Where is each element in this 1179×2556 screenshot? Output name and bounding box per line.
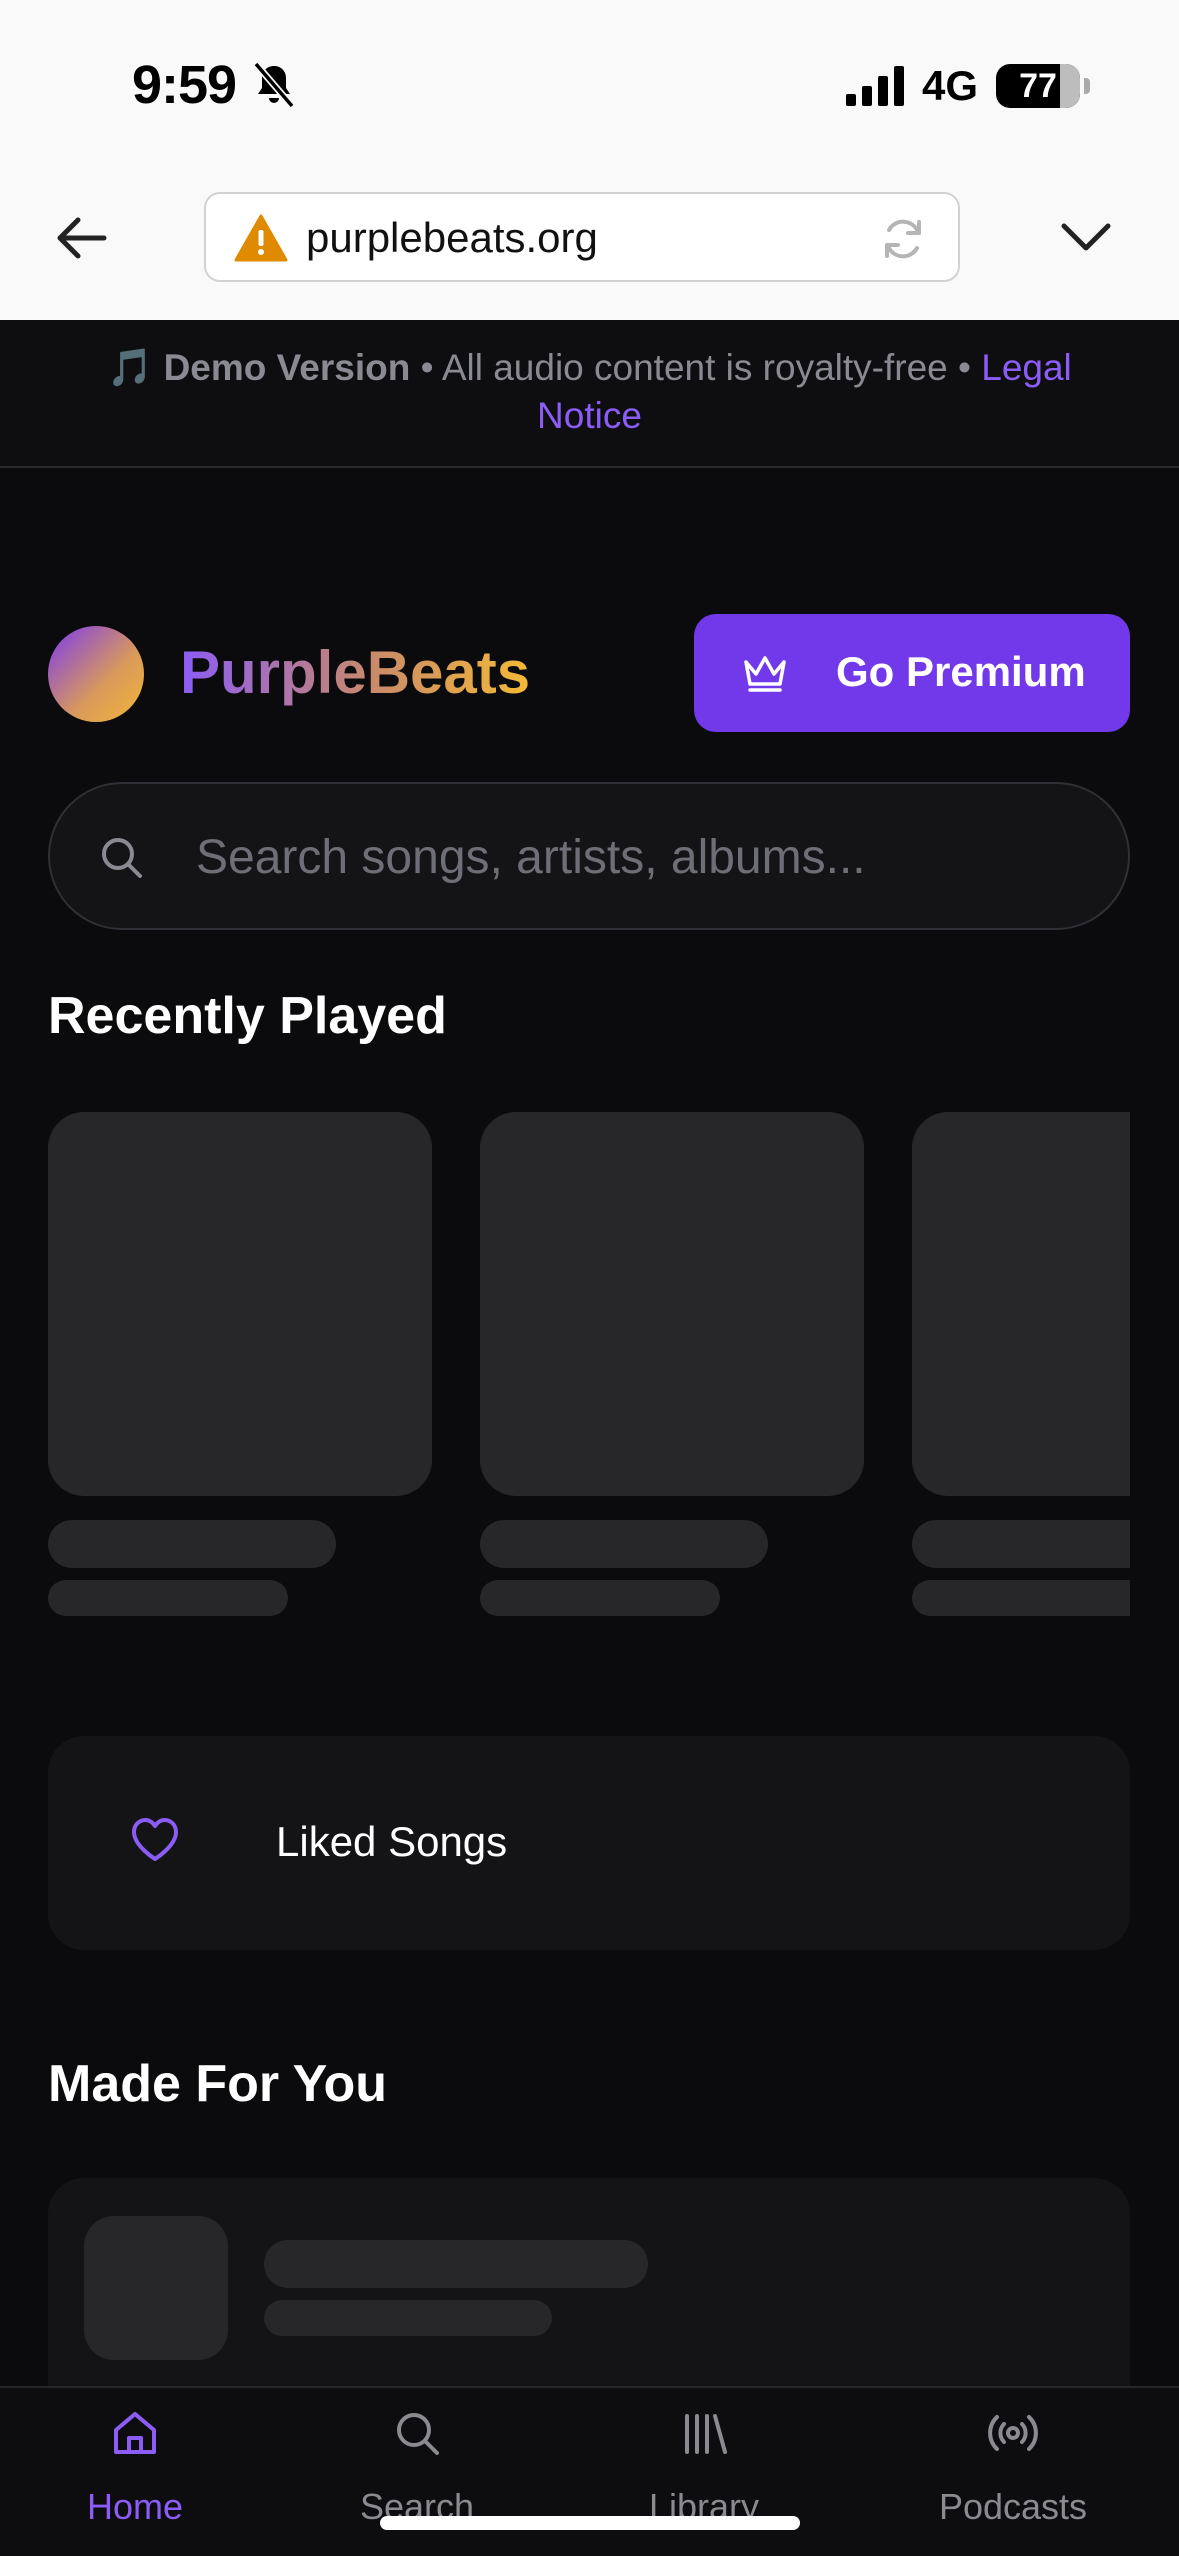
reload-icon[interactable] [878,214,928,264]
subtitle-placeholder [264,2300,552,2336]
album-art-placeholder [480,1112,864,1496]
status-time: 9:59 [132,55,237,115]
browser-toolbar: purplebeats.org [0,170,1179,320]
battery-icon: 77 [996,64,1090,108]
chevron-down-icon[interactable] [1058,214,1114,258]
back-arrow-icon[interactable] [52,210,112,266]
liked-songs-label: Liked Songs [276,1818,508,1865]
notice-text: • All audio content is royalty-free • [410,347,982,388]
brand-name[interactable]: PurpleBeats [180,638,530,707]
home-icon [114,2412,156,2454]
title-placeholder [912,1520,1130,1568]
go-premium-label: Go Premium [836,648,1086,695]
recently-played-carousel[interactable] [0,1112,1130,1632]
search-icon [102,838,142,878]
album-art-placeholder [912,1112,1130,1496]
heart-icon [132,1818,178,1861]
album-art-placeholder [48,1112,432,1496]
recently-played-card[interactable] [912,1112,1130,1616]
bottom-navigation: Home Search Library Podcasts [0,2386,1179,2556]
nav-podcasts-label: Podcasts [938,2486,1088,2527]
recently-played-card[interactable] [48,1112,432,1616]
subtitle-placeholder [912,1580,1130,1616]
title-placeholder [264,2240,648,2288]
podcast-broadcast-icon [988,2415,1038,2451]
warning-icon [234,214,288,262]
recently-played-heading: Recently Played [48,987,447,1045]
nav-search[interactable]: Search [272,2388,562,2556]
title-placeholder [480,1520,768,1568]
network-type: 4G [922,62,979,109]
subtitle-placeholder [480,1580,720,1616]
playlist-art-placeholder [84,2216,228,2360]
liked-songs-item[interactable]: Liked Songs [48,1736,1130,1950]
go-premium-button[interactable]: Go Premium [694,614,1130,732]
title-placeholder [48,1520,336,1568]
subtitle-placeholder [48,1580,288,1616]
nav-home-label: Home [86,2486,184,2527]
nav-podcasts[interactable]: Podcasts [868,2388,1158,2556]
search-input[interactable]: Search songs, artists, albums... [48,782,1130,930]
demo-notice-banner: 🎵 Demo Version • All audio content is ro… [0,320,1179,468]
nav-home[interactable]: Home [0,2388,280,2556]
search-placeholder: Search songs, artists, albums... [196,831,866,884]
cellular-signal-icon [846,66,904,106]
status-bar: 9:59 4G 77 [0,0,1179,170]
nav-library[interactable]: Library [559,2388,849,2556]
crown-icon [744,656,786,692]
home-indicator[interactable] [380,2516,800,2530]
demo-version-label: Demo Version [163,347,411,388]
battery-level: 77 [1019,66,1057,105]
music-note-icon: 🎵 [107,347,154,388]
library-icon [685,2414,727,2454]
search-icon [397,2413,439,2455]
bell-muted-icon [253,62,295,108]
address-bar[interactable]: purplebeats.org [204,192,960,282]
made-for-you-heading: Made For You [48,2055,387,2113]
logo[interactable] [48,626,144,722]
recently-played-card[interactable] [480,1112,864,1616]
url-text: purplebeats.org [306,214,598,261]
